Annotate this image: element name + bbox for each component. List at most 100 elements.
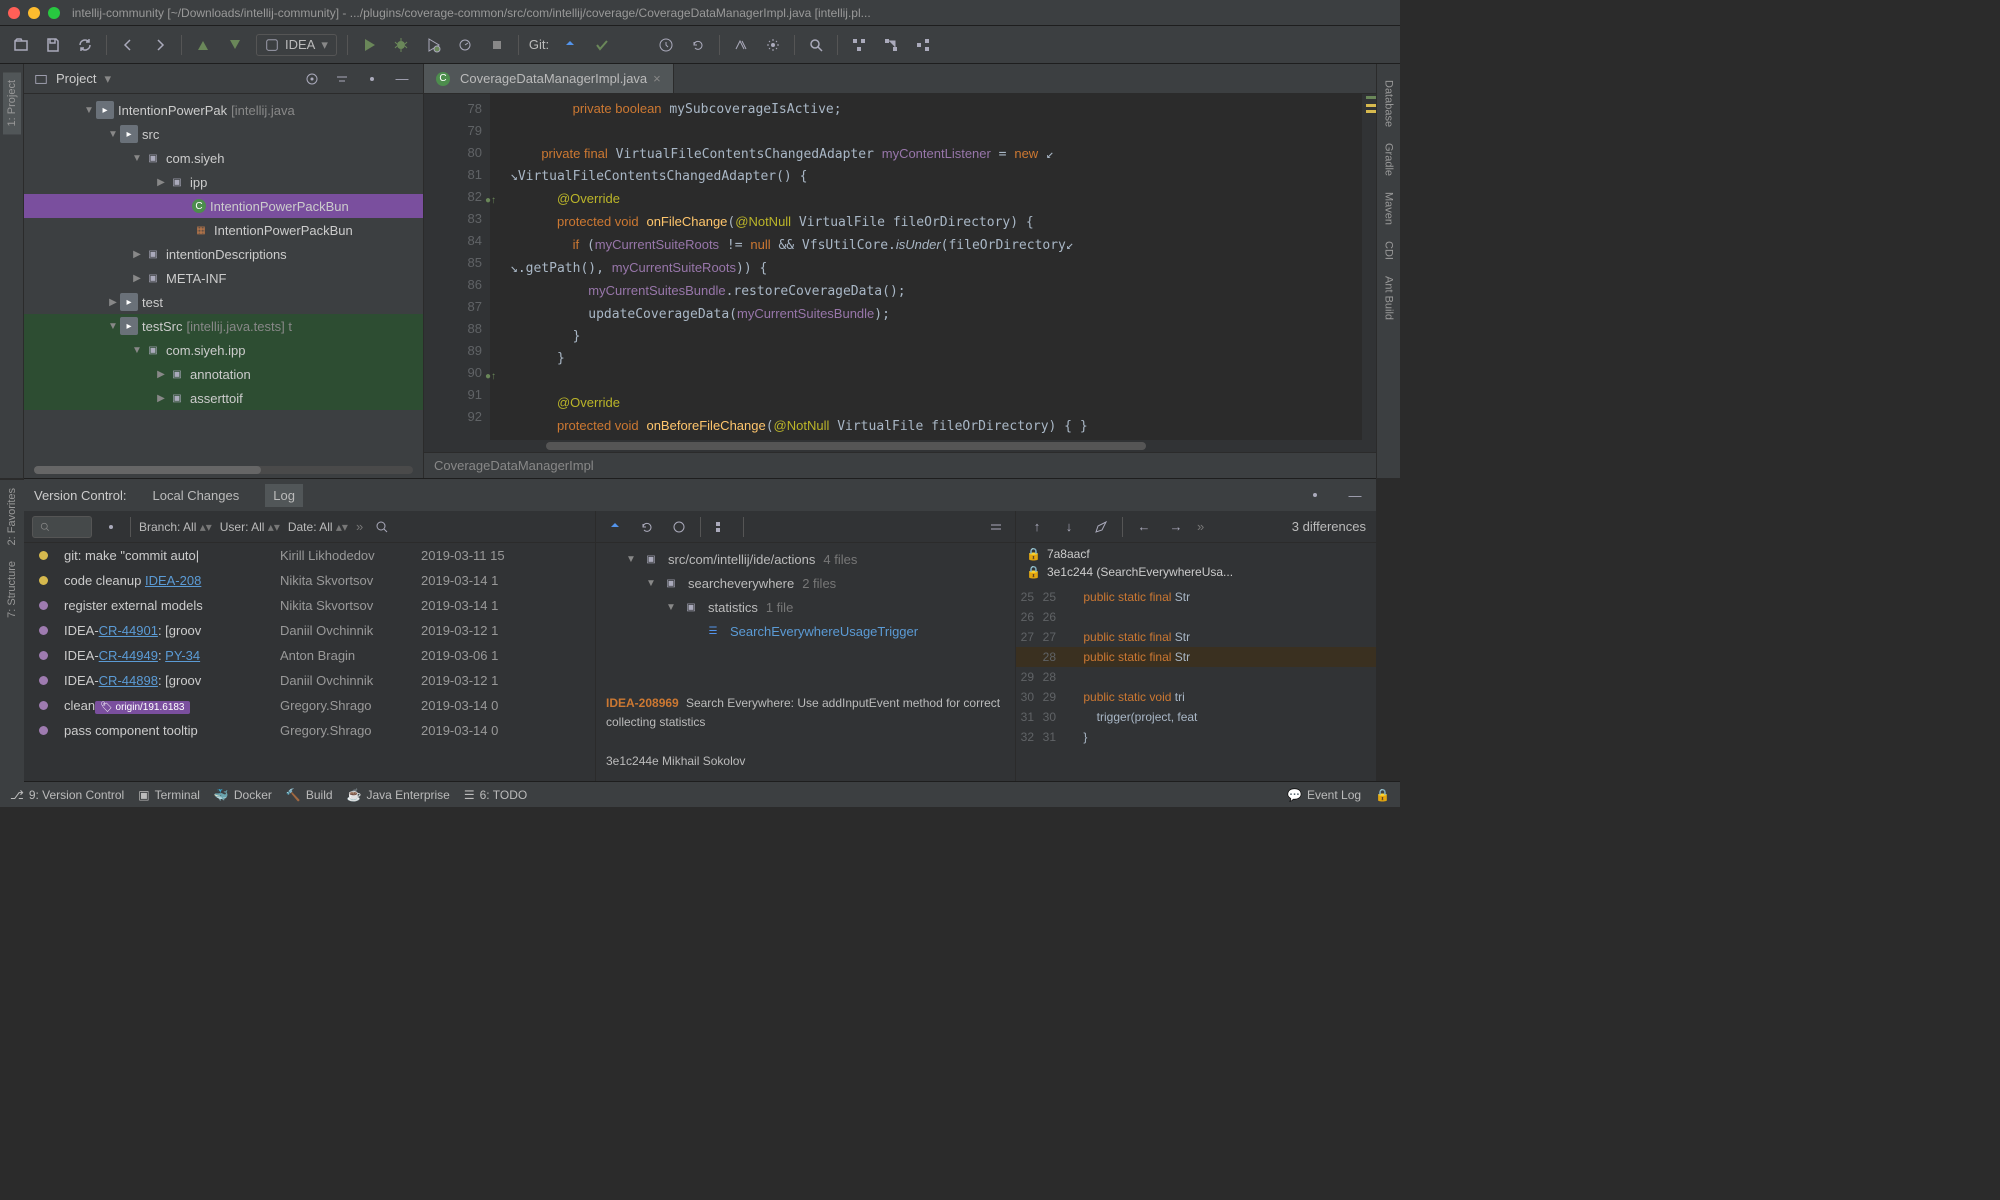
tree-row[interactable]: CIntentionPowerPackBun xyxy=(24,194,423,218)
favorites-tab[interactable]: 2: Favorites xyxy=(3,480,21,553)
ant-tab[interactable]: Ant Build xyxy=(1380,268,1398,328)
run-icon[interactable] xyxy=(358,34,380,56)
commit-row[interactable]: pass component tooltipGregory.Shrago2019… xyxy=(24,718,595,743)
build-down-icon[interactable] xyxy=(224,34,246,56)
commit-row[interactable]: git: make "commit auto|Kirill Likhodedov… xyxy=(24,543,595,568)
database-tab[interactable]: Database xyxy=(1380,72,1398,135)
build-button[interactable]: 🔨Build xyxy=(286,788,333,802)
tree-row[interactable]: ▼▸src xyxy=(24,122,423,146)
project-tree[interactable]: ▼▸IntentionPowerPak[intellij.java▼▸src▼▣… xyxy=(24,94,423,462)
close-tab-icon[interactable]: × xyxy=(653,71,661,86)
editor-tab[interactable]: C CoverageDataManagerImpl.java × xyxy=(424,64,674,93)
tree-row[interactable]: ▶▸test xyxy=(24,290,423,314)
breadcrumb[interactable]: CoverageDataManagerImpl xyxy=(424,452,1376,478)
tree-row[interactable]: ▶▣intentionDescriptions xyxy=(24,242,423,266)
back-icon[interactable] xyxy=(117,34,139,56)
collapse-icon[interactable] xyxy=(985,516,1007,538)
terminal-button[interactable]: ▣Terminal xyxy=(138,788,200,802)
tree-row[interactable]: ▼▣com.siyeh xyxy=(24,146,423,170)
search-icon[interactable] xyxy=(805,34,827,56)
commit-row[interactable]: IDEA-CR-44901: [groovDaniil Ovchinnik201… xyxy=(24,618,595,643)
structure3-icon[interactable] xyxy=(912,34,934,56)
back-icon[interactable]: ← xyxy=(1133,516,1155,538)
tree-row[interactable]: ▼▸testSrc[intellij.java.tests] t xyxy=(24,314,423,338)
save-icon[interactable] xyxy=(42,34,64,56)
gradle-tab[interactable]: Gradle xyxy=(1380,135,1398,184)
vcs-compare-icon[interactable] xyxy=(623,34,645,56)
tree-row[interactable]: ▶▣asserttoif xyxy=(24,386,423,410)
tab-log[interactable]: Log xyxy=(265,484,303,507)
debug-icon[interactable] xyxy=(390,34,412,56)
vcs-revert-icon[interactable] xyxy=(687,34,709,56)
tree-row[interactable]: ▼▣com.siyeh.ipp xyxy=(24,338,423,362)
commit-list[interactable]: git: make "commit auto|Kirill Likhodedov… xyxy=(24,543,595,781)
tree-row[interactable]: ▶▣annotation xyxy=(24,362,423,386)
locate-icon[interactable] xyxy=(301,68,323,90)
vcs-commit-icon[interactable] xyxy=(591,34,613,56)
structure2-icon[interactable] xyxy=(880,34,902,56)
gear-icon[interactable] xyxy=(100,516,122,538)
minimap[interactable] xyxy=(1362,94,1376,440)
editor-hscroll[interactable] xyxy=(424,440,1376,452)
project-hscroll[interactable] xyxy=(34,466,413,474)
user-filter[interactable]: User: All ▴▾ xyxy=(220,520,280,534)
hide-icon[interactable]: — xyxy=(1344,484,1366,506)
docker-button[interactable]: 🐳Docker xyxy=(214,788,272,802)
jee-button[interactable]: ☕Java Enterprise xyxy=(347,788,450,802)
maven-tab[interactable]: Maven xyxy=(1380,184,1398,233)
ide-settings-icon[interactable] xyxy=(762,34,784,56)
run-config-selector[interactable]: IDEA ▾ xyxy=(256,34,337,56)
settings-icon[interactable] xyxy=(730,34,752,56)
changed-files-tree[interactable]: ▼▣src/com/intellij/ide/actions4 files ▼▣… xyxy=(596,543,1015,684)
minimize-icon[interactable]: — xyxy=(391,68,413,90)
branch-filter[interactable]: Branch: All ▴▾ xyxy=(139,520,212,534)
commit-row[interactable]: IDEA-CR-44898: [groovDaniil Ovchinnik201… xyxy=(24,668,595,693)
structure-icon[interactable] xyxy=(848,34,870,56)
history-icon[interactable] xyxy=(668,516,690,538)
open-icon[interactable] xyxy=(10,34,32,56)
cdi-tab[interactable]: CDI xyxy=(1380,233,1398,268)
log-search[interactable] xyxy=(32,516,92,538)
search-icon[interactable] xyxy=(371,516,393,538)
code-editor[interactable]: private boolean mySubcoverageIsActive; p… xyxy=(490,94,1376,440)
forward-icon[interactable]: → xyxy=(1165,516,1187,538)
stop-icon[interactable] xyxy=(486,34,508,56)
vcs-history-icon[interactable] xyxy=(655,34,677,56)
tree-row[interactable]: ▦IntentionPowerPackBun xyxy=(24,218,423,242)
commit-row[interactable]: register external modelsNikita Skvortsov… xyxy=(24,593,595,618)
project-tab[interactable]: 1: Project xyxy=(3,72,21,134)
date-filter[interactable]: Date: All ▴▾ xyxy=(288,520,348,534)
coverage-icon[interactable] xyxy=(422,34,444,56)
maximize-window[interactable] xyxy=(48,7,60,19)
up-icon[interactable]: ↑ xyxy=(1026,516,1048,538)
edit-icon[interactable] xyxy=(1090,516,1112,538)
tree-row[interactable]: ▶▣META-INF xyxy=(24,266,423,290)
minimize-window[interactable] xyxy=(28,7,40,19)
sync-icon[interactable] xyxy=(74,34,96,56)
forward-icon[interactable] xyxy=(149,34,171,56)
structure-tab[interactable]: 7: Structure xyxy=(3,553,21,626)
status-icon[interactable]: 🔒 xyxy=(1375,788,1390,802)
eventlog-button[interactable]: 💬Event Log xyxy=(1287,788,1361,802)
close-window[interactable] xyxy=(8,7,20,19)
diff-viewer[interactable]: 2525 public static final Str26262727 pub… xyxy=(1016,583,1376,747)
tree-row[interactable]: ▼▸IntentionPowerPak[intellij.java xyxy=(24,98,423,122)
todo-button[interactable]: ☰6: TODO xyxy=(464,788,527,802)
group-icon[interactable] xyxy=(711,516,733,538)
commit-row[interactable]: clean🏷 origin/191.6183Gregory.Shrago2019… xyxy=(24,693,595,718)
tree-row[interactable]: ▶▣ipp xyxy=(24,170,423,194)
commit-row[interactable]: code cleanup IDEA-208Nikita Skvortsov201… xyxy=(24,568,595,593)
profile-icon[interactable] xyxy=(454,34,476,56)
gutter[interactable]: 7879808182●↑8384858687888990●↑9192 xyxy=(424,94,490,440)
expand-all-icon[interactable] xyxy=(754,516,776,538)
gear-icon[interactable] xyxy=(361,68,383,90)
vcs-update-icon[interactable] xyxy=(559,34,581,56)
expand-icon[interactable] xyxy=(331,68,353,90)
vcs-toolwindow-button[interactable]: ⎇9: Version Control xyxy=(10,788,124,802)
build-icon[interactable] xyxy=(192,34,214,56)
commit-row[interactable]: IDEA-CR-44949: PY-34Anton Bragin2019-03-… xyxy=(24,643,595,668)
revert-icon[interactable] xyxy=(636,516,658,538)
tab-local-changes[interactable]: Local Changes xyxy=(145,484,248,507)
gear-icon[interactable] xyxy=(1304,484,1326,506)
cherry-pick-icon[interactable] xyxy=(604,516,626,538)
